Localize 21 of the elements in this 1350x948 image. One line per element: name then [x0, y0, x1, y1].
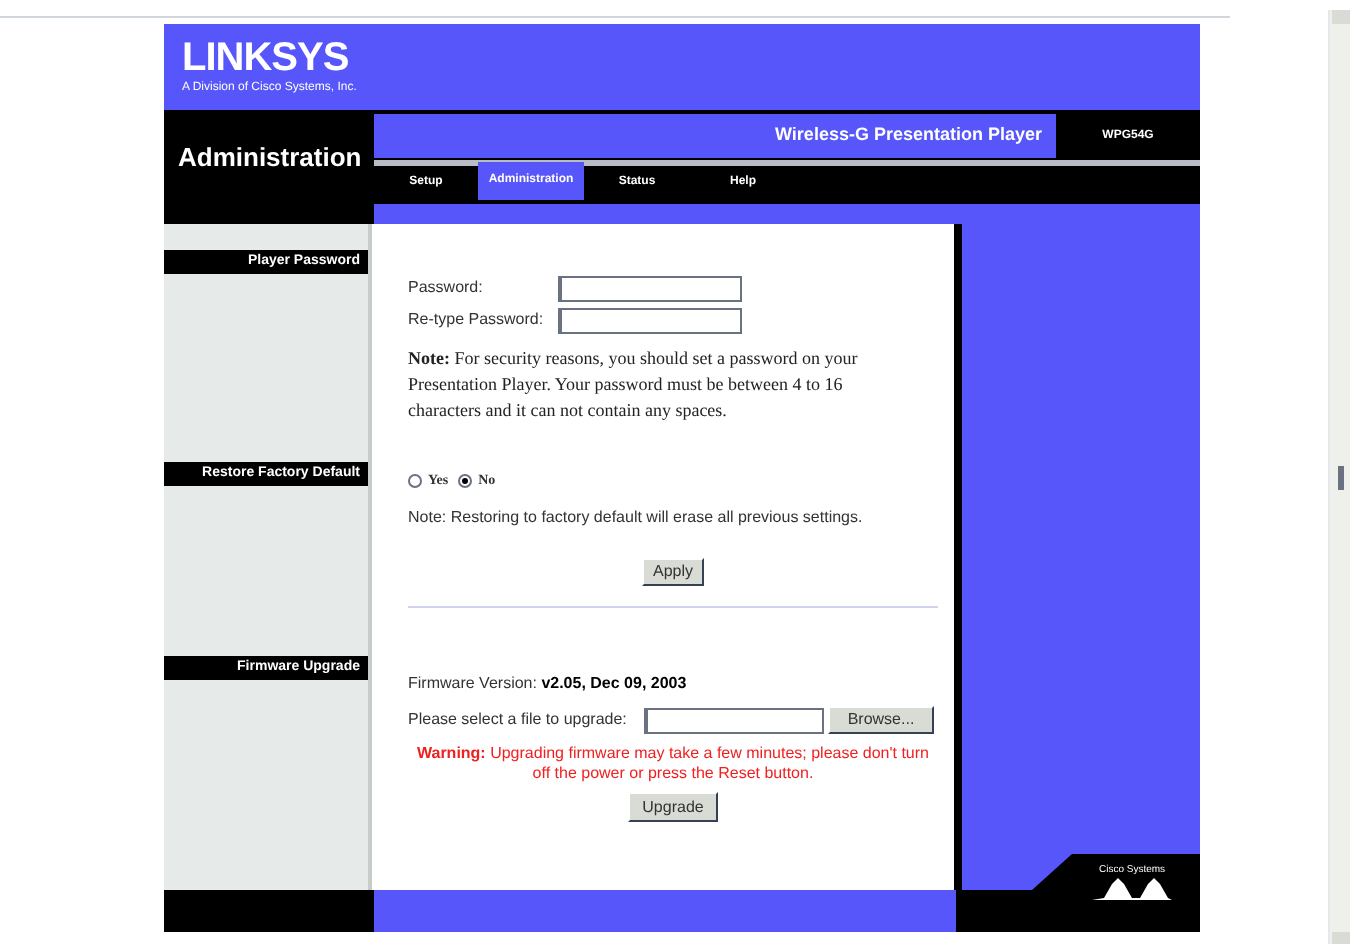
radio-button[interactable]: [458, 473, 473, 488]
product-name: Wireless-G Presentation Player: [775, 122, 1042, 149]
note-text: Note: Restoring to factory default will erase all previous settings.: [408, 505, 863, 529]
scrollbar[interactable]: [1328, 10, 1350, 944]
upgrade-button[interactable]: Upgrade: [628, 792, 718, 822]
field-label: Password:: [408, 276, 485, 300]
page-title: Administration: [178, 139, 362, 176]
field-label: Please select a file to upgrade:: [408, 708, 629, 732]
browse-button[interactable]: Browse...: [828, 706, 934, 734]
password-field[interactable]: [558, 307, 742, 333]
bridge-logo-icon: [1092, 876, 1172, 900]
password-field[interactable]: [558, 275, 742, 301]
scroll-thumb[interactable]: [1337, 466, 1343, 490]
brand-logo: LINKSYS: [182, 37, 349, 78]
field-label: Re-type Password:: [408, 308, 546, 332]
note-text: Note: For security reasons, you should set a password on your Presentation Player. Your password must be between 4 to 16 characters and it can not contain any spaces.: [408, 346, 860, 424]
warning-text: Warning: Upgrading firmware may take a few minutes; please don't turn off the power or press the Reset button.: [414, 744, 931, 784]
apply-button[interactable]: Apply: [642, 557, 703, 585]
firmware-version: Firmware Version: v2.05, Dec 09, 2003: [408, 672, 687, 696]
radio-button[interactable]: [408, 473, 422, 488]
file-field[interactable]: [644, 707, 824, 733]
